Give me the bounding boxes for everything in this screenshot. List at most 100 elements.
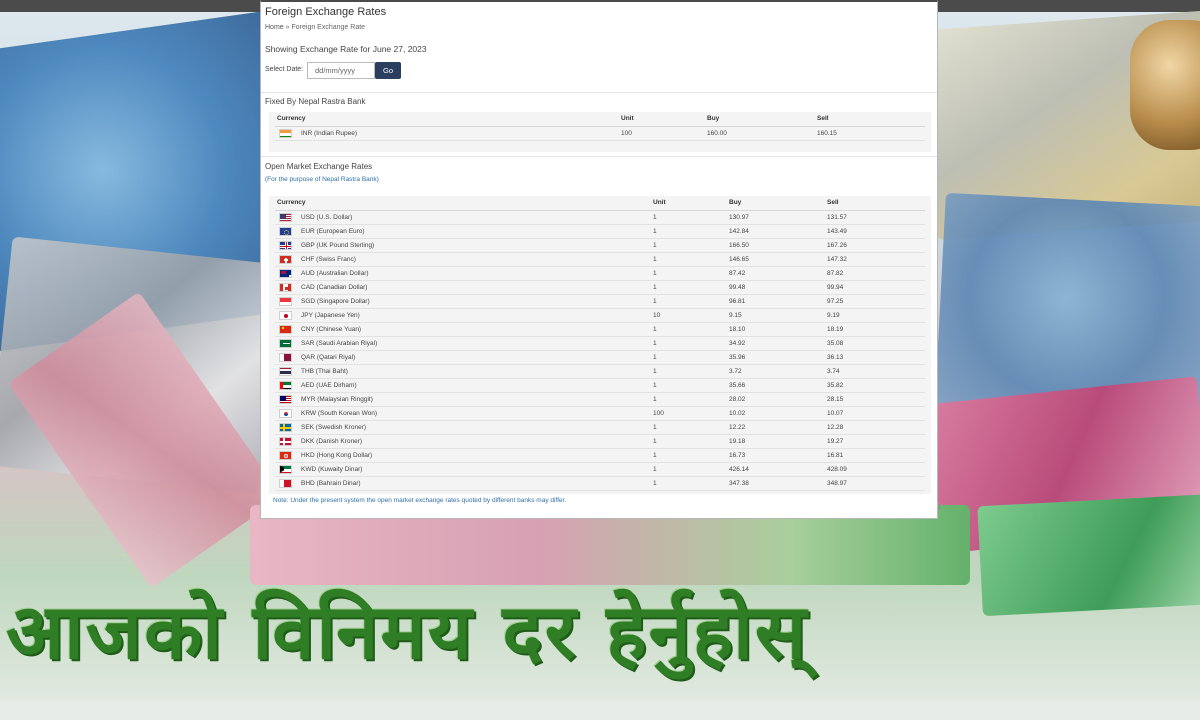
currency-cell: SEK (Swedish Kroner): [275, 420, 651, 435]
buy-cell: 18.10: [727, 322, 825, 337]
header-unit: Unit: [619, 112, 705, 127]
buy-cell: 3.72: [727, 364, 825, 379]
unit-cell: 10: [651, 308, 727, 323]
currency-name: SGD (Singapore Dollar): [301, 297, 370, 305]
currency-cell: CHF (Swiss Franc): [275, 252, 651, 267]
unit-cell: 1: [651, 378, 727, 393]
currency-name: USD (U.S. Dollar): [301, 213, 353, 221]
table-row: DKK (Danish Kroner) 1 19.18 19.27: [275, 434, 925, 449]
unit-cell: 1: [651, 350, 727, 365]
unit-cell: 1: [651, 210, 727, 225]
currency-name: MYR (Malaysian Ringgit): [301, 395, 373, 403]
coins-stack: [1130, 20, 1200, 150]
currency-name: AUD (Australian Dollar): [301, 269, 369, 277]
currency-cell: USD (U.S. Dollar): [275, 210, 651, 225]
sg-flag-icon: [279, 296, 292, 306]
header-buy: Buy: [705, 112, 815, 127]
nepali-headline: आजको विनिमय दर हेर्नुहोस्: [6, 587, 809, 676]
sell-cell: 9.19: [825, 308, 925, 323]
breadcrumb: Home » Foreign Exchange Rate: [265, 24, 365, 31]
unit-cell: 1: [651, 392, 727, 407]
breadcrumb-current: Foreign Exchange Rate: [291, 24, 366, 31]
go-button[interactable]: Go: [375, 62, 401, 79]
table-row: KRW (South Korean Won) 100 10.02 10.07: [275, 406, 925, 421]
my-flag-icon: [279, 394, 292, 404]
currency-name: KWD (Kuwaity Dinar): [301, 465, 363, 473]
table-row: EUR (European Euro) 1 142.84 143.49: [275, 224, 925, 239]
currency-cell: SGD (Singapore Dollar): [275, 294, 651, 309]
sell-cell: 28.15: [825, 392, 925, 407]
table-header-row: Currency Unit Buy Sell: [275, 112, 925, 127]
currency-name: KRW (South Korean Won): [301, 409, 377, 417]
sell-cell: 97.25: [825, 294, 925, 309]
buy-cell: 142.84: [727, 224, 825, 239]
fixed-rates-title: Fixed By Nepal Rastra Bank: [265, 97, 366, 106]
table-row: HKD (Hong Kong Dollar) 1 16.73 16.81: [275, 448, 925, 463]
unit-cell: 1: [651, 476, 727, 491]
currency-cell: SAR (Saudi Arabian Riyal): [275, 336, 651, 351]
in-flag-icon: [279, 128, 292, 138]
currency-cell: GBP (UK Pound Sterling): [275, 238, 651, 253]
breadcrumb-home-link[interactable]: Home: [265, 24, 284, 31]
currency-cell: CAD (Canadian Dollar): [275, 280, 651, 295]
sell-cell: 160.15: [815, 126, 925, 141]
currency-cell: EUR (European Euro): [275, 224, 651, 239]
unit-cell: 1: [651, 336, 727, 351]
currency-name: DKK (Danish Kroner): [301, 437, 363, 445]
jp-flag-icon: [279, 310, 292, 320]
unit-cell: 100: [619, 126, 705, 141]
currency-cell: HKD (Hong Kong Dollar): [275, 448, 651, 463]
currency-name: QAR (Qatari Riyal): [301, 353, 356, 361]
unit-cell: 1: [651, 238, 727, 253]
sell-cell: 36.13: [825, 350, 925, 365]
qa-flag-icon: [279, 352, 292, 362]
se-flag-icon: [279, 422, 292, 432]
sell-cell: 18.19: [825, 322, 925, 337]
divider: [261, 156, 937, 157]
table-row: USD (U.S. Dollar) 1 130.97 131.57: [275, 210, 925, 225]
header-sell: Sell: [815, 112, 925, 127]
currency-name: EUR (European Euro): [301, 227, 365, 235]
kw-flag-icon: [279, 464, 292, 474]
currency-cell: AED (UAE Dirham): [275, 378, 651, 393]
table-row: KWD (Kuwaity Dinar) 1 426.14 428.09: [275, 462, 925, 477]
unit-cell: 1: [651, 280, 727, 295]
sell-cell: 3.74: [825, 364, 925, 379]
table-row: SGD (Singapore Dollar) 1 96.81 97.25: [275, 294, 925, 309]
unit-cell: 1: [651, 224, 727, 239]
buy-cell: 99.48: [727, 280, 825, 295]
sell-cell: 131.57: [825, 210, 925, 225]
table-row: GBP (UK Pound Sterling) 1 166.50 167.26: [275, 238, 925, 253]
currency-name: GBP (UK Pound Sterling): [301, 241, 375, 249]
buy-cell: 35.96: [727, 350, 825, 365]
currency-cell: KRW (South Korean Won): [275, 406, 651, 421]
sell-cell: 35.82: [825, 378, 925, 393]
currency-cell: CNY (Chinese Yuan): [275, 322, 651, 337]
currency-name: THB (Thai Baht): [301, 367, 348, 375]
open-market-table: Currency Unit Buy Sell USD (U.S. Dollar)…: [275, 196, 925, 491]
ch-flag-icon: [279, 254, 292, 264]
header-currency: Currency: [275, 112, 619, 127]
ae-flag-icon: [279, 380, 292, 390]
dk-flag-icon: [279, 436, 292, 446]
eu-flag-icon: [279, 226, 292, 236]
buy-cell: 166.50: [727, 238, 825, 253]
unit-cell: 1: [651, 448, 727, 463]
ca-flag-icon: [279, 282, 292, 292]
bh-flag-icon: [279, 478, 292, 488]
unit-cell: 1: [651, 294, 727, 309]
buy-cell: 12.22: [727, 420, 825, 435]
divider: [261, 92, 937, 93]
currency-cell: KWD (Kuwaity Dinar): [275, 462, 651, 477]
unit-cell: 1: [651, 322, 727, 337]
showing-date-text: Showing Exchange Rate for June 27, 2023: [265, 44, 427, 54]
kr-flag-icon: [279, 408, 292, 418]
currency-name: CNY (Chinese Yuan): [301, 325, 362, 333]
currency-name: CHF (Swiss Franc): [301, 255, 356, 263]
background-bottom-band: [0, 700, 1200, 720]
date-input[interactable]: dd/mm/yyyy: [307, 62, 375, 79]
table-header-row: Currency Unit Buy Sell: [275, 196, 925, 211]
currency-name: AED (UAE Dirham): [301, 381, 357, 389]
buy-cell: 16.73: [727, 448, 825, 463]
buy-cell: 426.14: [727, 462, 825, 477]
